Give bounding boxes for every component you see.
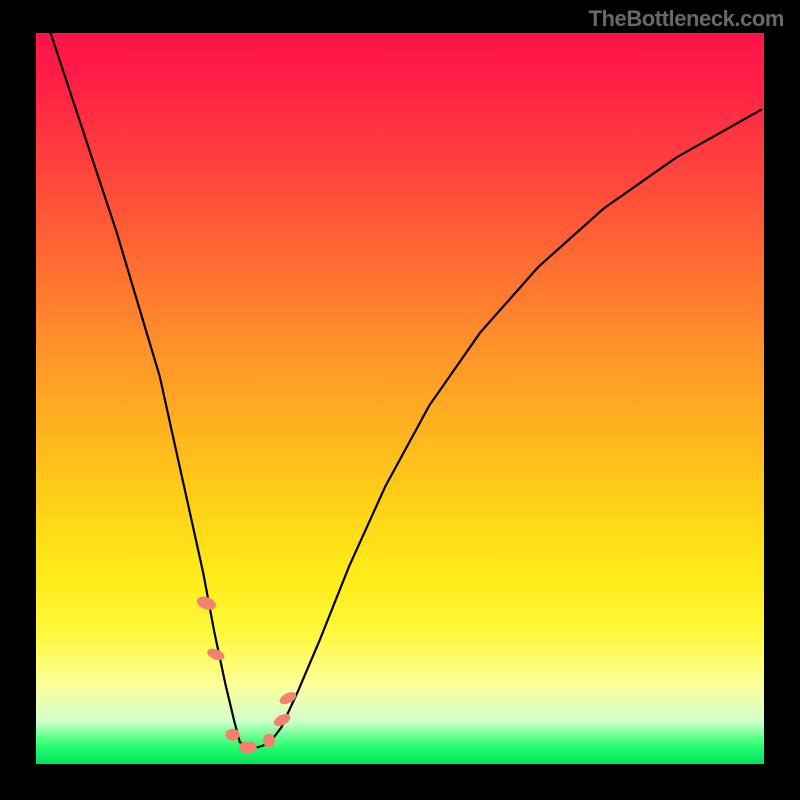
data-marker <box>278 690 299 707</box>
data-marker <box>263 734 275 748</box>
bottleneck-curve <box>51 33 762 747</box>
data-marker <box>239 741 257 753</box>
plot-area <box>36 33 764 764</box>
data-marker <box>206 647 226 663</box>
chart-container: TheBottleneck.com <box>0 0 800 800</box>
data-marker <box>226 729 240 741</box>
watermark-label: TheBottleneck.com <box>589 6 784 32</box>
data-markers <box>195 594 298 753</box>
curve-layer <box>36 33 764 764</box>
data-marker <box>195 594 218 612</box>
